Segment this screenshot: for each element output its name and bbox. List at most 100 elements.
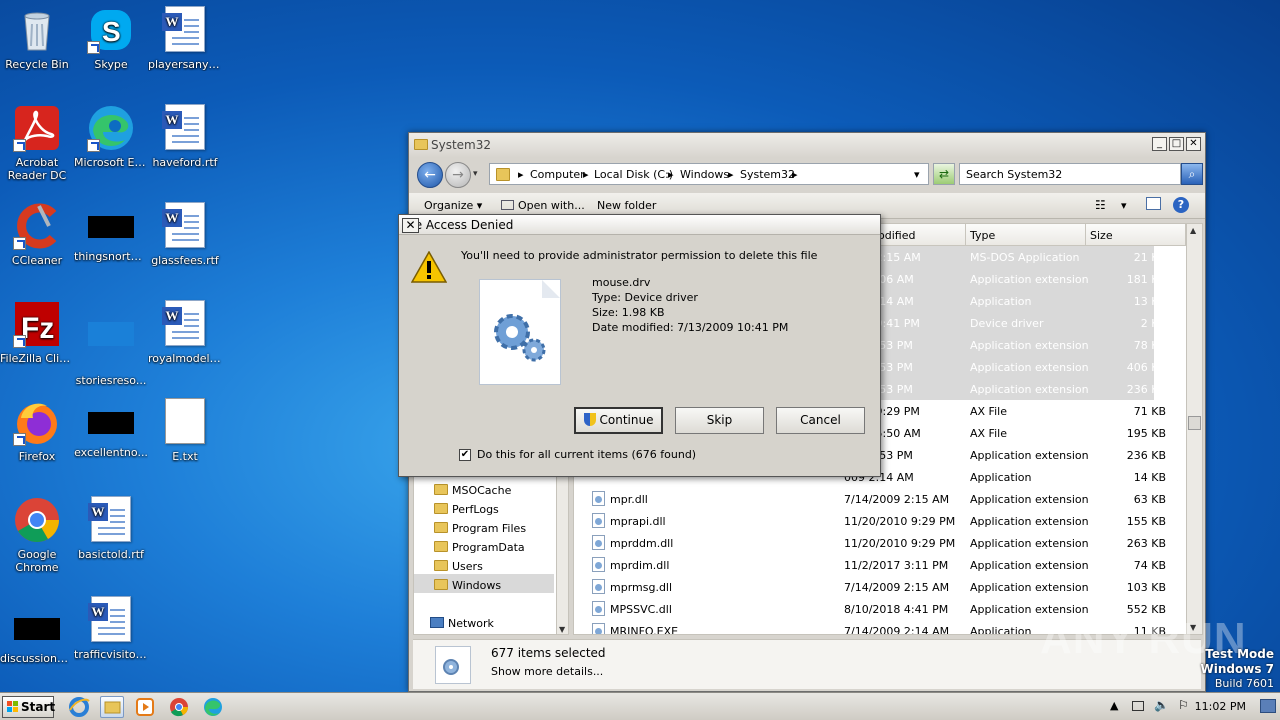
dialog-close-button[interactable]: ✕ bbox=[402, 218, 419, 233]
nav-item-windows[interactable]: Windows bbox=[434, 579, 501, 592]
file-type-cell: Application extension bbox=[970, 581, 1089, 594]
back-button[interactable]: ← bbox=[417, 162, 443, 188]
help-icon[interactable]: ? bbox=[1173, 197, 1189, 213]
forward-button[interactable]: → bbox=[445, 162, 471, 188]
scroll-down-arrow-icon[interactable]: ▼ bbox=[559, 625, 565, 634]
show-desktop-button[interactable] bbox=[1260, 699, 1276, 713]
refresh-button[interactable]: ⇄ bbox=[933, 163, 955, 185]
search-box[interactable] bbox=[959, 163, 1181, 185]
ccleaner-icon bbox=[13, 202, 61, 250]
desktop-icon-filezilla[interactable]: Fz FileZilla Client bbox=[0, 300, 74, 365]
search-input[interactable] bbox=[960, 164, 1156, 184]
nav-item-program-files[interactable]: Program Files bbox=[434, 522, 526, 535]
dialog-titlebar[interactable]: File Access Denied ✕ bbox=[399, 215, 880, 235]
file-size-cell: 21 KB bbox=[1133, 251, 1166, 264]
table-row[interactable]: mprdim.dll 11/2/2017 3:11 PM Application e… bbox=[574, 554, 1166, 576]
search-icon[interactable]: ⌕ bbox=[1181, 163, 1203, 185]
file-list-scrollbar[interactable]: ▲ ▼ bbox=[1186, 224, 1202, 634]
test-mode-label: Test Mode bbox=[1205, 647, 1274, 661]
file-name-cell: mprdim.dll bbox=[610, 559, 670, 572]
desktop-icon-label: Recycle Bin bbox=[5, 58, 69, 71]
desktop-icon-glassfees[interactable]: W glassfees.rtf bbox=[148, 202, 222, 267]
desktop-icon-thingsnorth[interactable]: thingsnorth... bbox=[74, 202, 148, 263]
breadcrumb-separator: ▸ bbox=[728, 168, 734, 181]
desktop-icon-discussionhi[interactable]: discussionhi... bbox=[0, 604, 74, 665]
file-type-cell: Application extension bbox=[970, 493, 1089, 506]
desktop-icon-chrome[interactable]: Google Chrome bbox=[0, 496, 74, 574]
scroll-up-arrow-icon[interactable]: ▲ bbox=[1190, 226, 1196, 235]
folder-icon bbox=[434, 541, 448, 552]
table-row[interactable]: mprmsg.dll 7/14/2009 2:15 AM Application e… bbox=[574, 576, 1166, 598]
recent-pages-chevron-icon[interactable]: ▾ bbox=[473, 169, 478, 179]
desktop-icon-skype[interactable]: S Skype bbox=[74, 6, 148, 71]
desktop-icon-basictold[interactable]: W basictold.rtf bbox=[74, 496, 148, 561]
desktop-icon-ccleaner[interactable]: CCleaner bbox=[0, 202, 74, 267]
breadcrumb-system32[interactable]: System32 bbox=[740, 168, 795, 181]
taskbar-edge-icon[interactable] bbox=[202, 696, 226, 718]
clock[interactable]: 11:02 PM bbox=[1195, 700, 1246, 713]
desktop-icon-firefox[interactable]: Firefox bbox=[0, 398, 74, 463]
show-more-details-link[interactable]: Show more details... bbox=[491, 665, 603, 678]
desktop-icon-trafficvisitor[interactable]: W trafficvisitor... bbox=[74, 596, 148, 661]
continue-button[interactable]: Continue bbox=[574, 407, 663, 434]
taskbar-media-player-icon[interactable] bbox=[134, 696, 158, 718]
network-tray-icon[interactable] bbox=[1132, 701, 1144, 711]
apply-to-all-checkbox[interactable]: ✔ bbox=[459, 449, 471, 461]
table-row[interactable]: mprapi.dll 11/20/2010 9:29 PM Application … bbox=[574, 510, 1166, 532]
file-name-cell: MPSSVC.dll bbox=[610, 603, 672, 616]
open-with-button[interactable]: Open with... bbox=[501, 199, 585, 212]
address-dropdown-icon[interactable]: ▾ bbox=[914, 168, 920, 181]
desktop-icon-royalmodels[interactable]: W royalmodels... bbox=[148, 300, 222, 365]
breadcrumb-computer[interactable]: Computer bbox=[530, 168, 585, 181]
table-row[interactable]: mprddm.dll 11/20/2010 9:29 PM Application … bbox=[574, 532, 1166, 554]
acrobat-icon bbox=[13, 104, 61, 152]
cancel-button[interactable]: Cancel bbox=[776, 407, 865, 434]
action-center-flag-icon[interactable]: ⚐ bbox=[1178, 698, 1189, 712]
file-name-cell: mprmsg.dll bbox=[610, 581, 673, 594]
desktop-icon-acrobat[interactable]: Acrobat Reader DC bbox=[0, 104, 74, 182]
desktop-icon-haveford[interactable]: W haveford.rtf bbox=[148, 104, 222, 169]
organize-menu[interactable]: Organize ▾ bbox=[424, 199, 482, 212]
system-tray: ▲ 🔈 ⚐ 11:02 PM bbox=[1100, 693, 1280, 720]
desktop-icon-playersanyo[interactable]: W playersanyo... bbox=[148, 6, 222, 71]
volume-icon[interactable]: 🔈 bbox=[1154, 698, 1169, 712]
preview-pane-icon[interactable] bbox=[1146, 197, 1161, 210]
views-icon[interactable]: ☷ bbox=[1095, 198, 1106, 212]
file-size-cell: 14 KB bbox=[1133, 471, 1166, 484]
desktop-icon-edge[interactable]: Microsoft Edge bbox=[74, 104, 148, 169]
maximize-button[interactable]: □ bbox=[1169, 137, 1184, 151]
taskbar-explorer-icon[interactable] bbox=[100, 696, 124, 718]
taskbar-chrome-icon[interactable] bbox=[168, 696, 192, 718]
table-row[interactable]: mpr.dll 7/14/2009 2:15 AM Application exte… bbox=[574, 488, 1166, 510]
nav-item-users[interactable]: Users bbox=[434, 560, 483, 573]
show-hidden-icons-icon[interactable]: ▲ bbox=[1110, 699, 1118, 712]
close-button[interactable]: ✕ bbox=[1186, 137, 1201, 151]
start-button[interactable]: Start bbox=[2, 696, 55, 718]
desktop-icon-storiesreso[interactable]: storiesreso... bbox=[74, 300, 148, 387]
file-type-cell: Application extension bbox=[970, 537, 1089, 550]
breadcrumb-windows[interactable]: Windows bbox=[680, 168, 729, 181]
desktop-icon-e-txt[interactable]: E.txt bbox=[148, 398, 222, 463]
chrome-icon bbox=[13, 496, 61, 544]
column-header-date[interactable]: odified bbox=[874, 224, 966, 246]
new-folder-button[interactable]: New folder bbox=[597, 199, 656, 212]
address-bar[interactable]: ▸ Computer ▸ Local Disk (C:) ▸ Windows ▸… bbox=[489, 163, 929, 185]
views-dropdown-icon[interactable]: ▾ bbox=[1121, 199, 1127, 212]
shortcut-arrow-icon bbox=[13, 237, 26, 250]
column-header-size[interactable]: Size bbox=[1086, 224, 1186, 246]
taskbar-ie-icon[interactable] bbox=[68, 696, 92, 718]
nav-item-programdata[interactable]: ProgramData bbox=[434, 541, 525, 554]
desktop-icon-recycle-bin[interactable]: Recycle Bin bbox=[0, 6, 74, 71]
file-access-denied-dialog[interactable]: File Access Denied ✕ You'll need to prov… bbox=[398, 214, 881, 477]
breadcrumb-local-disk[interactable]: Local Disk (C:) bbox=[594, 168, 673, 181]
file-type-cell: Application extension bbox=[970, 515, 1089, 528]
nav-item-msocache[interactable]: MSOCache bbox=[434, 484, 511, 497]
nav-item-perflogs[interactable]: PerfLogs bbox=[434, 503, 499, 516]
scrollbar-thumb[interactable] bbox=[1188, 416, 1201, 430]
minimize-button[interactable]: _ bbox=[1152, 137, 1167, 151]
skip-button[interactable]: Skip bbox=[675, 407, 764, 434]
explorer-titlebar[interactable]: System32 _ □ ✕ bbox=[409, 133, 1205, 157]
desktop-icon-excellentno[interactable]: excellentno... bbox=[74, 398, 148, 459]
column-header-type[interactable]: Type bbox=[966, 224, 1086, 246]
nav-item-network[interactable]: Network bbox=[430, 617, 494, 630]
